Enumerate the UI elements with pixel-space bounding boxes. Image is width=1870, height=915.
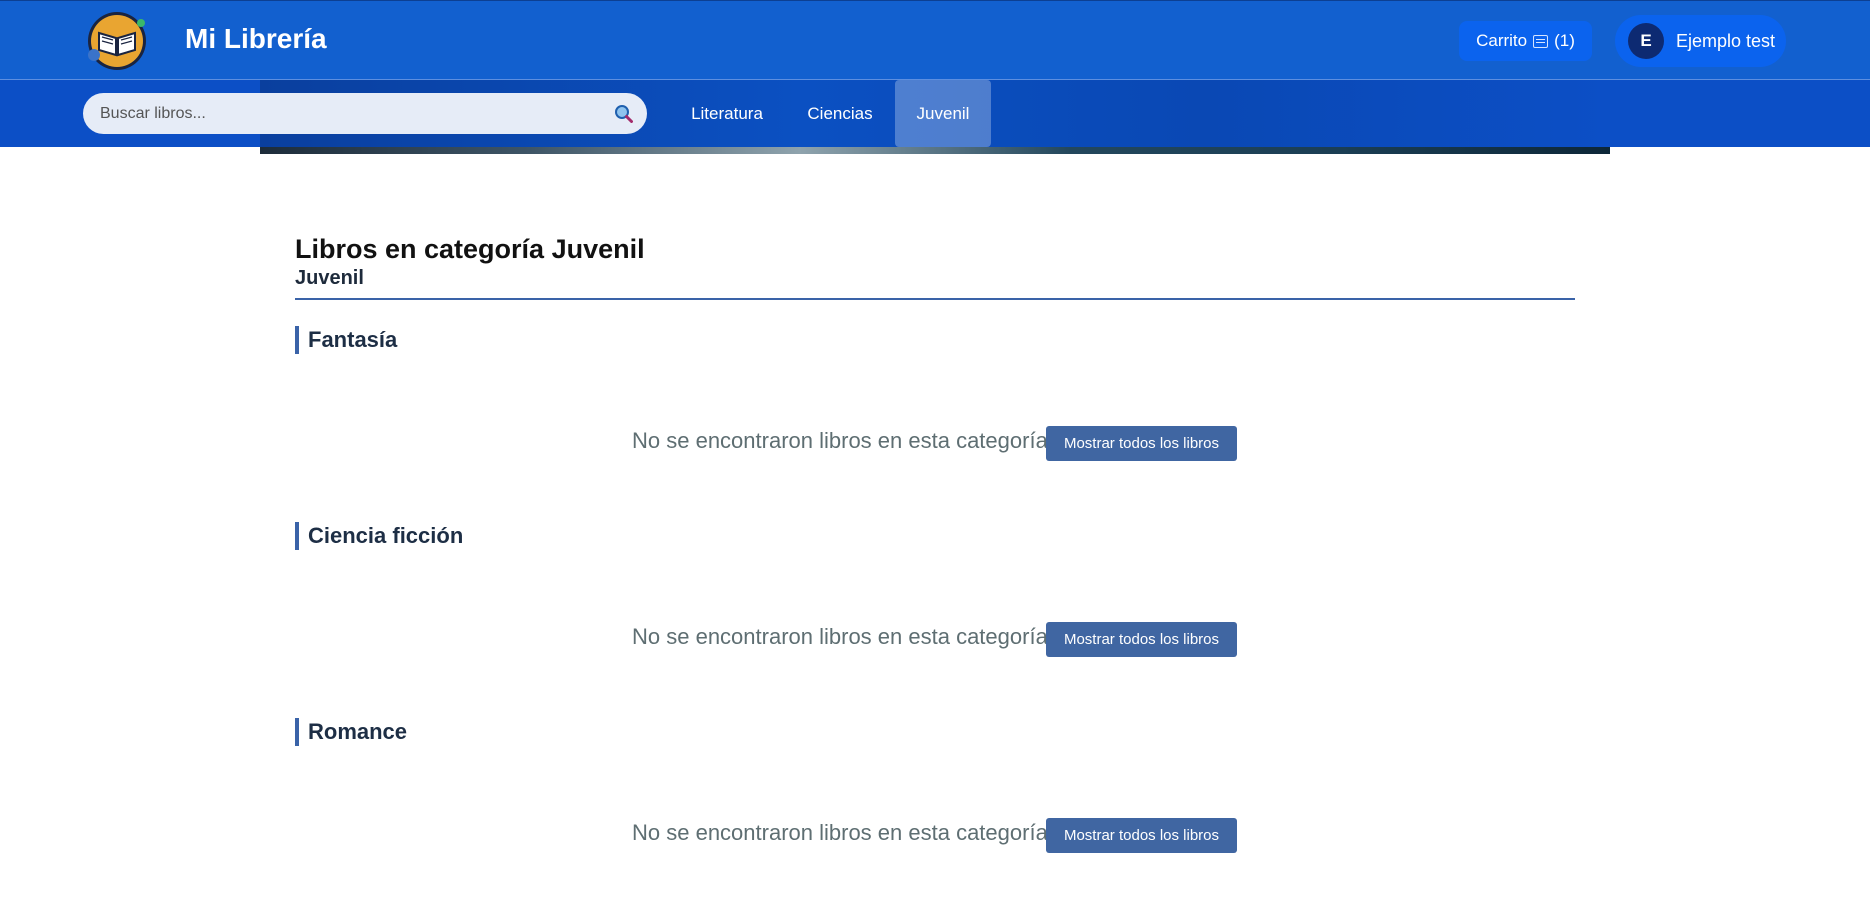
nav-item-juvenil[interactable]: Juvenil [895,80,991,147]
nav-item-ciencias[interactable]: Ciencias [797,80,883,147]
book-logo-icon[interactable] [85,9,149,73]
brand-title[interactable]: Mi Librería [185,23,327,55]
section-heading-fantasia: Fantasía [295,326,397,354]
page-title: Libros en categoría Juvenil [295,234,645,264]
search-icon[interactable] [614,104,633,123]
empty-message: No se encontraron libros en esta categor… [632,820,1048,845]
empty-message: No se encontraron libros en esta categor… [632,624,1048,649]
cart-button[interactable]: Carrito (1) [1459,21,1592,61]
avatar: E [1628,23,1664,59]
show-all-books-button[interactable]: Mostrar todos los libros [1046,426,1237,461]
search-box [83,93,647,134]
user-menu-button[interactable]: E Ejemplo test [1615,15,1786,67]
show-all-books-button[interactable]: Mostrar todos los libros [1046,622,1237,657]
user-name: Ejemplo test [1676,30,1776,51]
search-input[interactable] [83,93,647,134]
section-heading-ciencia-ficcion: Ciencia ficción [295,522,463,550]
cart-count: (1) [1554,31,1575,50]
section-heading-romance: Romance [295,718,407,746]
nav-item-literatura[interactable]: Literatura [683,80,771,147]
show-all-books-button[interactable]: Mostrar todos los libros [1046,818,1237,853]
cart-icon [1533,34,1549,48]
top-header: Mi Librería Carrito (1) E Ejemplo test [0,0,1870,80]
cart-label: Carrito [1476,31,1528,50]
empty-message: No se encontraron libros en esta categor… [632,428,1048,453]
page-subtitle: Juvenil [295,267,364,289]
title-divider [295,298,1575,300]
